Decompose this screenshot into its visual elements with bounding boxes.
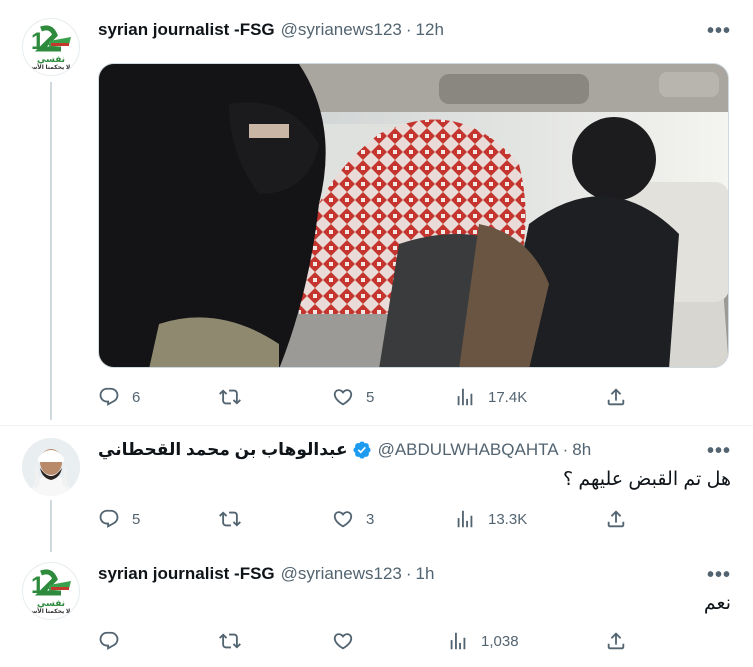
tweet-text: نعم	[703, 593, 731, 614]
share-icon	[605, 508, 627, 530]
views-count: 17.4K	[488, 388, 528, 406]
tweet-3[interactable]: 1 نفسي ولا يحكمنا الأسد syrian journalis…	[0, 550, 753, 667]
separator-dot: ·	[405, 564, 412, 583]
thread-line	[50, 82, 52, 420]
separator-dot: ·	[562, 440, 569, 459]
share-icon	[605, 630, 627, 652]
retweet-button[interactable]	[219, 507, 253, 531]
author-handle[interactable]: @ABDULWHABQAHTA	[378, 440, 559, 460]
like-icon	[332, 508, 354, 530]
tweet-actions: 5 3 13.3K	[98, 507, 638, 531]
share-icon	[605, 386, 627, 408]
views-button[interactable]: 13.3K	[454, 507, 527, 531]
avatar-caption-line-1: نفسي	[36, 54, 66, 64]
avatar[interactable]	[22, 438, 80, 496]
like-button[interactable]: 3	[332, 507, 374, 531]
avatar-caption: نفسي ولا يحكمنا الأسد	[23, 599, 79, 617]
author-name[interactable]: عبدالوهاب بن محمد القحطاني	[98, 440, 348, 460]
reply-count: 5	[132, 510, 141, 528]
like-count: 5	[366, 388, 375, 406]
tweet-actions: 1,038	[98, 629, 638, 653]
retweet-button[interactable]	[219, 629, 253, 653]
author-name[interactable]: syrian journalist -FSG	[98, 564, 275, 584]
reply-icon	[98, 508, 120, 530]
retweet-icon	[219, 630, 241, 652]
share-button[interactable]	[605, 507, 627, 531]
separator-dot: ·	[405, 20, 412, 39]
share-button[interactable]	[605, 629, 627, 653]
views-count: 1,038	[481, 632, 519, 650]
reply-button[interactable]	[98, 629, 132, 653]
avatar-caption: نفسي ولا يحكمنا الأسد	[23, 55, 79, 73]
avatar-caption-line-2: ولا يحكمنا الأسد	[27, 65, 75, 71]
avatar-caption-line-1: نفسي	[36, 598, 66, 608]
more-icon[interactable]: •••	[707, 565, 731, 585]
tweet-2[interactable]: عبدالوهاب بن محمد القحطاني @ABDULWHABQAH…	[0, 426, 753, 550]
avatar-caption-line-2: ولا يحكمنا الأسد	[27, 609, 75, 615]
like-icon	[332, 630, 354, 652]
tweet-header: عبدالوهاب بن محمد القحطاني @ABDULWHABQAH…	[98, 438, 733, 462]
like-count: 3	[366, 510, 375, 528]
tweet-text: هل تم القبض عليهم ؟	[563, 469, 731, 490]
views-button[interactable]: 1,038	[447, 629, 519, 653]
views-count: 13.3K	[488, 510, 528, 528]
tweet-1[interactable]: 1 نفسي ولا يحكمنا الأسد syrian journalis…	[0, 0, 753, 425]
retweet-button[interactable]	[219, 385, 253, 409]
tweet-header: syrian journalist -FSG @syrianews123 · 1…	[98, 562, 733, 586]
views-icon	[454, 508, 476, 530]
timestamp[interactable]: 12h	[416, 20, 444, 40]
more-icon[interactable]: •••	[707, 21, 731, 41]
reply-icon	[98, 386, 120, 408]
reply-button[interactable]: 6	[98, 385, 140, 409]
author-name[interactable]: syrian journalist -FSG	[98, 20, 275, 40]
author-handle[interactable]: @syrianews123	[281, 564, 402, 584]
share-button[interactable]	[605, 385, 627, 409]
thread-line	[50, 500, 52, 552]
more-icon[interactable]: •••	[707, 441, 731, 461]
tweet-media-photo[interactable]	[98, 63, 729, 368]
reply-count: 6	[132, 388, 141, 406]
tweet-actions: 6 5 17.4K	[98, 385, 638, 409]
avatar[interactable]: 1 نفسي ولا يحكمنا الأسد	[22, 562, 80, 620]
retweet-icon	[219, 386, 241, 408]
like-icon	[332, 386, 354, 408]
views-button[interactable]: 17.4K	[454, 385, 527, 409]
views-icon	[454, 386, 476, 408]
reply-button[interactable]: 5	[98, 507, 140, 531]
avatar[interactable]: 1 نفسي ولا يحكمنا الأسد	[22, 18, 80, 76]
timestamp[interactable]: 8h	[572, 440, 591, 460]
like-button[interactable]	[332, 629, 366, 653]
author-handle[interactable]: @syrianews123	[281, 20, 402, 40]
verified-badge-icon	[353, 441, 371, 459]
tweet-header: syrian journalist -FSG @syrianews123 · 1…	[98, 18, 733, 42]
views-icon	[447, 630, 469, 652]
retweet-icon	[219, 508, 241, 530]
timestamp[interactable]: 1h	[416, 564, 435, 584]
reply-icon	[98, 630, 120, 652]
like-button[interactable]: 5	[332, 385, 374, 409]
